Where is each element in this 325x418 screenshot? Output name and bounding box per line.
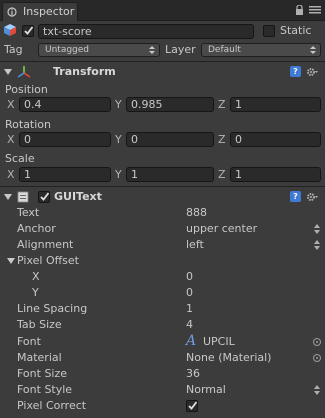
tab-title: Inspector (23, 5, 75, 18)
material-value[interactable]: None (Material) (186, 351, 271, 365)
prop-label-pixel-offset[interactable]: Pixel Offset (17, 254, 79, 268)
position-label: Position (5, 83, 48, 96)
offset-x-value[interactable]: 0 (186, 270, 193, 284)
cube-icon (4, 24, 16, 36)
layer-value: Default (208, 45, 241, 55)
position-z-input[interactable]: 1 (230, 97, 321, 112)
prop-label-tab-size: Tab Size (17, 318, 62, 331)
text-value[interactable]: 888 (186, 206, 207, 220)
object-header: txt-score Static (0, 21, 325, 42)
transform-title: Transform (53, 65, 116, 78)
divider (0, 61, 325, 62)
rotation-x-axis[interactable]: X (7, 133, 15, 147)
guitext-title: GUIText (54, 190, 102, 203)
material-picker-button[interactable] (313, 354, 321, 362)
dropdown-arrows-icon (149, 46, 155, 54)
font-value[interactable]: UPCIL (203, 335, 235, 349)
position-y-input[interactable]: 0.985 (126, 97, 214, 112)
guitext-header[interactable]: GUIText ? (0, 188, 325, 206)
position-x-input[interactable]: 0.4 (19, 97, 111, 112)
layer-dropdown[interactable]: Default (201, 43, 321, 57)
gear-icon[interactable] (306, 66, 318, 78)
prop-label-font-size: Font Size (17, 367, 68, 380)
menu-icon[interactable] (309, 6, 321, 14)
object-name-input[interactable]: txt-score (38, 24, 254, 39)
static-checkbox[interactable] (263, 25, 275, 37)
prop-label-font: Font (17, 335, 41, 348)
transform-header[interactable]: Transform ? (0, 63, 325, 81)
tab-size-value[interactable]: 4 (186, 318, 193, 332)
tag-dropdown[interactable]: Untagged (38, 43, 160, 57)
prop-label-text: Text (17, 206, 40, 219)
offset-y-value[interactable]: 0 (186, 286, 193, 300)
prop-label-line-spacing: Line Spacing (17, 302, 88, 315)
rotation-x-input[interactable]: 0 (19, 132, 111, 147)
tag-value: Untagged (45, 45, 90, 55)
rotation-label: Rotation (5, 118, 52, 131)
scale-x-input[interactable]: 1 (19, 167, 111, 182)
rotation-y-axis[interactable]: Y (115, 133, 122, 147)
help-icon[interactable]: ? (290, 66, 301, 77)
pixel-correct-checkbox[interactable] (186, 400, 198, 412)
prop-label-material: Material (17, 351, 62, 364)
font-icon: A (186, 333, 197, 349)
scale-z-input[interactable]: 1 (230, 167, 321, 182)
gear-icon[interactable] (306, 191, 318, 203)
font-size-value[interactable]: 36 (186, 367, 200, 381)
inspector-icon (7, 7, 17, 17)
prop-label-offset-x: X (32, 270, 40, 283)
rotation-z-axis[interactable]: Z (218, 133, 226, 147)
tag-label: Tag (4, 43, 23, 56)
position-y-axis[interactable]: Y (115, 98, 122, 112)
layer-label: Layer (165, 43, 196, 56)
transform-icon (17, 66, 31, 78)
line-spacing-value[interactable]: 1 (186, 302, 193, 316)
prop-label-alignment: Alignment (17, 238, 74, 251)
position-x-axis[interactable]: X (7, 98, 15, 112)
guitext-enabled-checkbox[interactable] (38, 191, 50, 203)
prop-label-anchor: Anchor (17, 222, 56, 235)
divider (0, 186, 325, 187)
prop-label-font-style: Font Style (17, 383, 73, 396)
anchor-dropdown[interactable]: upper center (186, 222, 257, 236)
position-z-axis[interactable]: Z (218, 98, 226, 112)
prop-label-offset-y: Y (32, 286, 39, 299)
static-label: Static (280, 24, 312, 37)
scale-y-input[interactable]: 1 (126, 167, 214, 182)
foldout-arrow-icon[interactable] (4, 193, 12, 201)
rotation-y-input[interactable]: 0 (126, 132, 214, 147)
rotation-z-input[interactable]: 0 (230, 132, 321, 147)
dropdown-arrows-icon[interactable] (314, 240, 320, 250)
tag-layer-row: Tag Untagged Layer Default (0, 42, 325, 60)
dropdown-arrows-icon[interactable] (314, 385, 320, 395)
scale-y-axis[interactable]: Y (115, 168, 122, 182)
font-style-dropdown[interactable]: Normal (186, 383, 226, 397)
scale-label: Scale (5, 152, 35, 165)
lock-icon[interactable] (295, 5, 304, 15)
dropdown-arrows-icon (310, 46, 316, 54)
dropdown-arrows-icon[interactable] (314, 224, 320, 234)
tab-bar: Inspector (0, 0, 325, 21)
guitext-component-icon (17, 191, 29, 203)
foldout-arrow-icon[interactable] (4, 68, 12, 76)
prop-label-pixel-correct: Pixel Correct (17, 399, 87, 412)
alignment-dropdown[interactable]: left (186, 238, 204, 252)
pixel-offset-foldout-icon[interactable] (7, 257, 15, 265)
scale-x-axis[interactable]: X (7, 168, 15, 182)
active-checkbox[interactable] (22, 25, 34, 37)
tab-inspector[interactable]: Inspector (2, 2, 78, 21)
help-icon[interactable]: ? (290, 191, 301, 202)
scale-z-axis[interactable]: Z (218, 168, 226, 182)
font-picker-button[interactable] (313, 338, 321, 346)
